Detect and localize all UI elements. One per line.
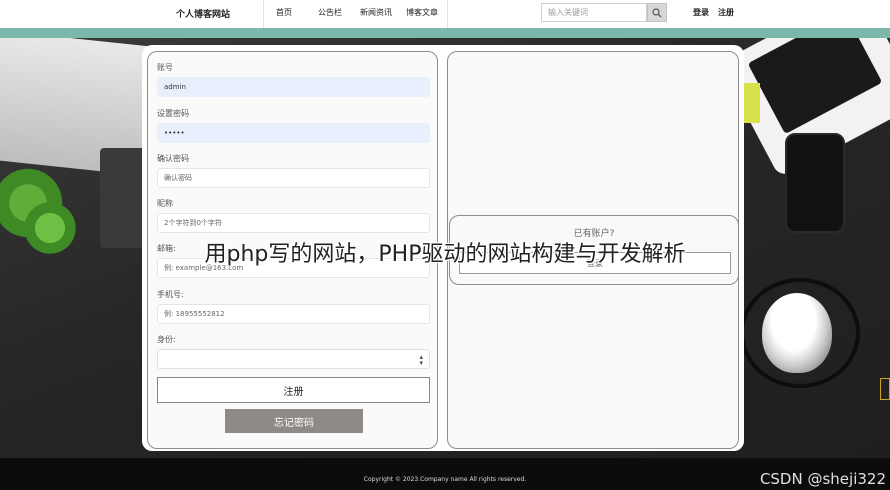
phone-label: 手机号: [157, 290, 184, 299]
mouse-shape [762, 293, 832, 373]
register-link[interactable]: 注册 [718, 7, 734, 18]
login-link[interactable]: 登录 [693, 7, 709, 18]
select-updown-icon: ▴ ▾ [419, 353, 423, 367]
account-label: 账号 [157, 63, 173, 72]
confirm-password-input[interactable] [157, 168, 430, 188]
footer: Copyright © 2023.Company name All rights… [0, 458, 890, 490]
confirm-password-label: 确认密码 [157, 154, 189, 163]
main-nav: 首页 公告栏 新闻资讯 博客文章 [263, 0, 448, 28]
watermark: CSDN @sheji322 [759, 470, 886, 488]
account-input[interactable] [157, 77, 430, 97]
site-brand[interactable]: 个人博客网站 [176, 7, 230, 20]
nav-item-news[interactable]: 新闻资讯 [360, 7, 392, 18]
footer-copyright: Copyright © 2023.Company name All rights… [363, 476, 527, 483]
header-accent-strip [0, 28, 890, 38]
search-input[interactable] [541, 3, 647, 22]
register-button[interactable]: 注册 [157, 377, 430, 403]
side-float-widget[interactable] [880, 378, 890, 400]
search-icon [652, 7, 662, 17]
nav-item-home[interactable]: 首页 [276, 7, 292, 18]
password-label: 设置密码 [157, 109, 189, 118]
phone-shape [785, 133, 845, 233]
overlay-title: 用php写的网站，PHP驱动的网站构建与开发解析 [204, 242, 686, 267]
nav-item-notice[interactable]: 公告栏 [318, 7, 342, 18]
forgot-password-button[interactable]: 忘记密码 [225, 409, 363, 433]
search-button[interactable] [647, 3, 667, 22]
nav-item-blog[interactable]: 博客文章 [406, 7, 438, 18]
role-label: 身份: [157, 335, 176, 344]
nickname-label: 昵称 [157, 199, 173, 208]
nickname-input[interactable] [157, 213, 430, 233]
top-navbar: 个人博客网站 首页 公告栏 新闻资讯 博客文章 登录 注册 [0, 0, 890, 28]
search-bar [541, 3, 667, 22]
phone-input[interactable] [157, 304, 430, 324]
password-input[interactable] [157, 123, 430, 143]
role-select[interactable]: ▴ ▾ [157, 349, 430, 369]
